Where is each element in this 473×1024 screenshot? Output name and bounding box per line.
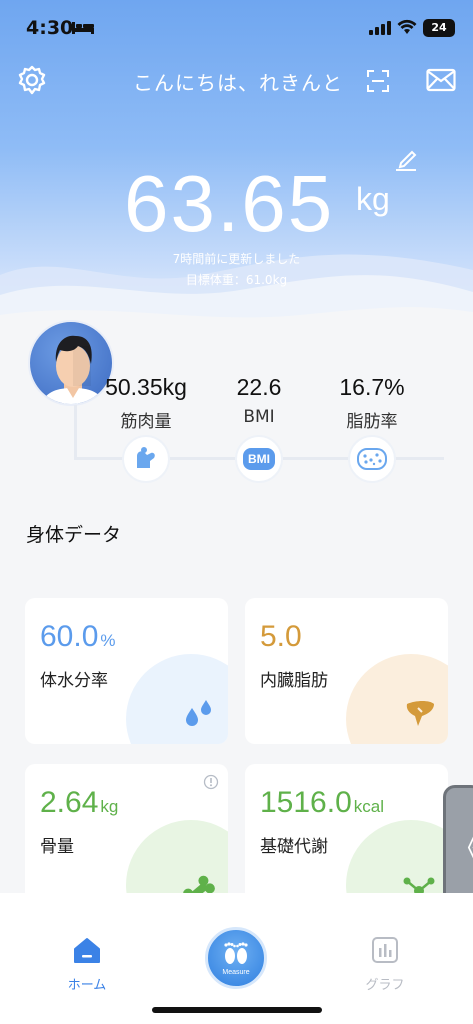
tab-graph[interactable]: グラフ xyxy=(340,936,430,993)
water-drops-icon xyxy=(186,700,211,726)
connector-line xyxy=(74,405,77,460)
card-label: 内臓脂肪 xyxy=(260,671,328,691)
card-value: 60.0% xyxy=(40,620,116,653)
battery-indicator: 24 xyxy=(423,19,455,37)
measure-label: Measure xyxy=(222,968,250,976)
card-body-water[interactable]: 60.0% 体水分率 xyxy=(25,598,228,744)
graph-icon xyxy=(372,937,398,963)
tab-home[interactable]: ホーム xyxy=(42,936,132,993)
section-title: 身体データ xyxy=(26,524,122,546)
stat-label: 筋肉量 xyxy=(120,412,172,432)
card-label: 骨量 xyxy=(40,837,74,857)
edit-icon[interactable] xyxy=(395,148,417,172)
stat-label: BMI xyxy=(243,407,275,427)
card-value: 2.64 kg xyxy=(40,786,119,819)
bmi-badge: BMI xyxy=(243,448,275,470)
card-visceral-fat[interactable]: 5.0 内臓脂肪 xyxy=(245,598,448,744)
stat-label: 脂肪率 xyxy=(346,412,398,432)
liver-icon xyxy=(406,701,434,726)
card-value: 5.0 xyxy=(260,620,302,653)
sleep-icon xyxy=(72,22,94,34)
stat-value: 16.7% xyxy=(339,374,405,400)
target-weight-text: 目標体重：61.0kg xyxy=(185,273,288,287)
chevron-left-icon: 《 xyxy=(452,824,473,868)
wifi-icon xyxy=(397,19,417,34)
weight-value: 63.65 xyxy=(124,159,335,248)
scan-icon[interactable] xyxy=(366,69,390,93)
mail-icon[interactable] xyxy=(426,68,456,92)
tab-label: グラフ xyxy=(365,978,405,993)
muscle-arm-icon xyxy=(122,435,170,483)
info-icon[interactable] xyxy=(203,774,219,790)
status-bar: 4:30 24 xyxy=(0,0,473,56)
stat-bmi[interactable]: 22.6 BMI xyxy=(199,374,319,427)
stat-muscle[interactable]: 50.35kg 筋肉量 xyxy=(86,374,206,432)
home-icon xyxy=(74,938,100,963)
card-label: 体水分率 xyxy=(40,671,108,691)
bmi-icon: BMI xyxy=(235,435,283,483)
tab-label: ホーム xyxy=(67,978,107,993)
greeting-title: こんにちは、れきんと xyxy=(133,71,343,95)
measure-button[interactable]: Measure xyxy=(205,927,267,989)
stat-value: 50.35kg xyxy=(105,374,187,400)
fat-cells-icon xyxy=(348,435,396,483)
footprints-icon xyxy=(224,941,248,964)
signal-icon xyxy=(369,21,391,35)
stat-value: 22.6 xyxy=(236,374,282,400)
gear-icon[interactable] xyxy=(16,64,48,96)
card-basal-metabolism[interactable]: 1516.0 kcal 基礎代謝 xyxy=(245,764,448,910)
card-bone-mass[interactable]: 2.64 kg 骨量 xyxy=(25,764,228,910)
status-time: 4:30 xyxy=(26,17,74,39)
weight-unit: kg xyxy=(356,181,390,217)
weight-display: 63.65 kg xyxy=(124,158,390,250)
home-indicator xyxy=(152,1007,322,1013)
stat-fat[interactable]: 16.7% 脂肪率 xyxy=(312,374,432,432)
card-label: 基礎代謝 xyxy=(260,837,328,857)
card-value: 1516.0 kcal xyxy=(260,786,384,819)
side-drawer-handle[interactable]: 《 xyxy=(443,785,473,905)
last-updated-text: 7時間前に更新しました xyxy=(172,252,301,266)
